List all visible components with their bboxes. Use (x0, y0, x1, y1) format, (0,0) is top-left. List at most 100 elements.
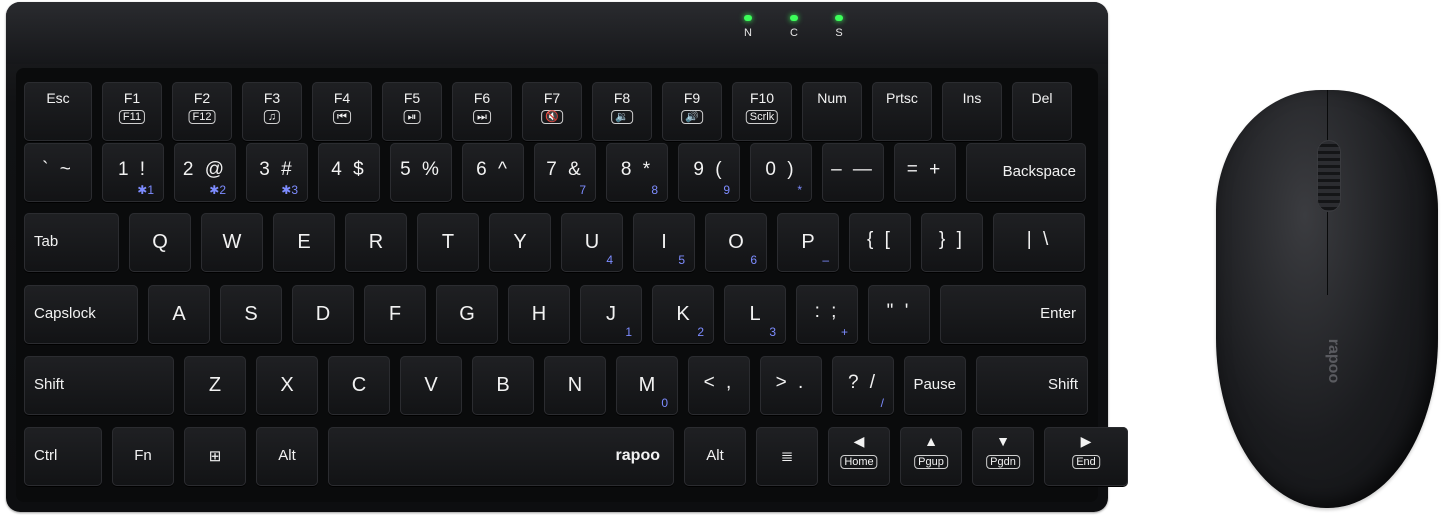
key-main-legend: F (388, 303, 402, 325)
key-r2-1[interactable]: 1 ! ✱1 (102, 143, 164, 202)
key-r3-10[interactable]: P – (777, 213, 839, 272)
key-r2-5[interactable]: 5 % (390, 143, 452, 202)
key-main-legend: { [ (867, 229, 893, 250)
key-main-legend: Y (513, 231, 527, 253)
key-r3-2[interactable]: W (201, 213, 263, 272)
key-r6-7[interactable]: Home ◀ (828, 427, 890, 486)
key-label: ⊞ (208, 448, 222, 465)
key-r6-9[interactable]: Pgdn ▼ (972, 427, 1034, 486)
key-r3-3[interactable]: E (273, 213, 335, 272)
key-r1-2[interactable]: F2 F12 (172, 82, 232, 141)
key-r5-12[interactable]: Shift (976, 356, 1088, 415)
key-r2-6[interactable]: 6 ^ (462, 143, 524, 202)
key-r2-8[interactable]: 8 * 8 (606, 143, 668, 202)
key-r2-7[interactable]: 7 & 7 (534, 143, 596, 202)
key-r5-4[interactable]: V (400, 356, 462, 415)
key-r2-2[interactable]: 2 @ ✱2 (174, 143, 236, 202)
key-r4-2[interactable]: S (220, 285, 282, 344)
key-r5-10[interactable]: ? / / (832, 356, 894, 415)
key-r3-7[interactable]: U4 (561, 213, 623, 272)
key-r6-10[interactable]: End ▶ (1044, 427, 1128, 486)
key-r2-10[interactable]: 0 ) * (750, 143, 812, 202)
key-fn-legend: 8 (651, 183, 658, 197)
key-r3-5[interactable]: T (417, 213, 479, 272)
key-r4-12[interactable]: Enter (940, 285, 1086, 344)
key-r2-9[interactable]: 9 (9 (678, 143, 740, 202)
key-r6-3[interactable]: Alt (256, 427, 318, 486)
key-r3-11[interactable]: { [ (849, 213, 911, 272)
key-label: Pause (913, 376, 956, 393)
key-r2-0[interactable]: ` ~ (24, 143, 92, 202)
key-main-legend: ▶ (1080, 433, 1092, 449)
key-fn-legend: – (822, 253, 829, 267)
key-r3-4[interactable]: R (345, 213, 407, 272)
key-r4-3[interactable]: D (292, 285, 354, 344)
key-main-legend: } ] (939, 229, 965, 250)
key-r5-5[interactable]: B (472, 356, 534, 415)
key-r2-3[interactable]: 3 # ✱3 (246, 143, 308, 202)
key-r6-4[interactable]: rapoo (328, 427, 674, 486)
key-r1-4[interactable]: F4 ⏮ (312, 82, 372, 141)
key-r6-0[interactable]: Ctrl (24, 427, 102, 486)
key-r1-7[interactable]: F7 🔇 (522, 82, 582, 141)
key-r4-6[interactable]: H (508, 285, 570, 344)
key-r3-12[interactable]: } ] (921, 213, 983, 272)
key-sub-legend: F12 (188, 110, 216, 124)
key-r2-11[interactable]: – — (822, 143, 884, 202)
key-r3-8[interactable]: I5 (633, 213, 695, 272)
key-r3-13[interactable]: | \ (993, 213, 1085, 272)
key-fn-legend: 0 (661, 396, 668, 410)
key-r4-10[interactable]: : ; + (796, 285, 858, 344)
key-r2-13[interactable]: Backspace (966, 143, 1086, 202)
key-r1-11[interactable]: Num (802, 82, 862, 141)
key-r4-7[interactable]: J1 (580, 285, 642, 344)
key-r4-8[interactable]: K2 (652, 285, 714, 344)
key-r5-6[interactable]: N (544, 356, 606, 415)
key-r3-6[interactable]: Y (489, 213, 551, 272)
key-r5-7[interactable]: M0 (616, 356, 678, 415)
key-r1-12[interactable]: Prtsc (872, 82, 932, 141)
key-r6-5[interactable]: Alt (684, 427, 746, 486)
key-main-legend: ◀ (853, 433, 865, 449)
key-r1-14[interactable]: Del (1012, 82, 1072, 141)
key-r4-1[interactable]: A (148, 285, 210, 344)
key-r5-9[interactable]: > . (760, 356, 822, 415)
key-r5-8[interactable]: < , (688, 356, 750, 415)
key-r2-12[interactable]: = + (894, 143, 956, 202)
mouse[interactable]: rapoo (1216, 90, 1438, 508)
key-r1-1[interactable]: F1 F11 (102, 82, 162, 141)
key-r3-0[interactable]: Tab (24, 213, 119, 272)
key-r6-8[interactable]: Pgup ▲ (900, 427, 962, 486)
key-main-legend: H (531, 303, 547, 325)
key-r1-5[interactable]: F5 ⏯ (382, 82, 442, 141)
scroll-wheel[interactable] (1317, 140, 1341, 212)
key-r1-8[interactable]: F8 🔉 (592, 82, 652, 141)
key-sub-legend: Home (840, 455, 878, 469)
key-r1-0[interactable]: Esc (24, 82, 92, 141)
key-r3-9[interactable]: O6 (705, 213, 767, 272)
key-r3-1[interactable]: Q (129, 213, 191, 272)
key-r5-0[interactable]: Shift (24, 356, 174, 415)
key-r5-11[interactable]: Pause (904, 356, 966, 415)
key-r1-9[interactable]: F9 🔊 (662, 82, 722, 141)
key-r5-1[interactable]: Z (184, 356, 246, 415)
key-r4-4[interactable]: F (364, 285, 426, 344)
key-r1-10[interactable]: F10 Scrlk (732, 82, 792, 141)
key-fn-legend: ✱2 (209, 183, 226, 197)
key-r6-6[interactable]: ≣ (756, 427, 818, 486)
key-r4-11[interactable]: " ' (868, 285, 930, 344)
key-r6-2[interactable]: ⊞ (184, 427, 246, 486)
key-r4-9[interactable]: L3 (724, 285, 786, 344)
key-r2-4[interactable]: 4 $ (318, 143, 380, 202)
key-r1-13[interactable]: Ins (942, 82, 1002, 141)
key-r5-3[interactable]: C (328, 356, 390, 415)
key-r1-3[interactable]: F3 ♫ (242, 82, 302, 141)
key-r4-5[interactable]: G (436, 285, 498, 344)
key-top-legend: F7 (543, 90, 561, 106)
key-r4-0[interactable]: Capslock (24, 285, 138, 344)
key-r1-6[interactable]: F6 ⏭ (452, 82, 512, 141)
key-r6-1[interactable]: Fn (112, 427, 174, 486)
key-r5-2[interactable]: X (256, 356, 318, 415)
key-main-legend: A (172, 303, 186, 325)
key-fn-legend: * (797, 183, 802, 197)
